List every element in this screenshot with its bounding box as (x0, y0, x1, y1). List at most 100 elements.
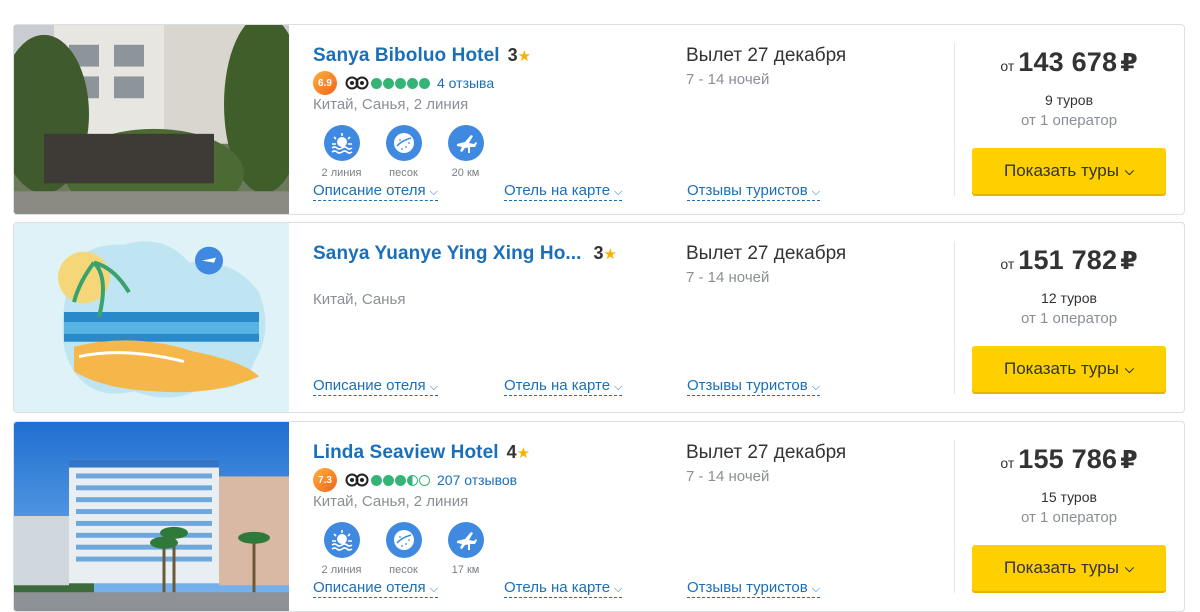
star-icon: ★ (517, 48, 532, 65)
operators-count: от 1 оператор (1020, 509, 1118, 526)
hotel-photo[interactable] (14, 422, 289, 611)
departure-info: Вылет 27 декабря 7 - 14 ночей (686, 243, 936, 286)
hotel-links: Описание отеля ⌵ Отель на карте ⌵ Отзывы т… (313, 377, 873, 399)
tourist-reviews-link[interactable]: Отзывы туристов ⌵ (687, 579, 821, 598)
link-label: Отзывы туристов (687, 182, 808, 199)
departure-date: Вылет 27 декабря (686, 45, 847, 66)
rating-bubble (371, 474, 382, 486)
currency-symbol: ₽ (1120, 247, 1138, 275)
show-tours-button[interactable]: Показать туры ⌵ (972, 346, 1166, 392)
hotel-map-link[interactable]: Отель на карте ⌵ (504, 182, 623, 201)
tours-count: 12 туров (1041, 290, 1097, 306)
rating-score-badge: 7.3 (313, 468, 337, 492)
chevron-down-icon: ⌵ (811, 381, 821, 393)
chevron-down-icon: ⌵ (614, 381, 623, 393)
hotel-photo[interactable] (14, 25, 289, 214)
price-column: от 143 678 ₽ 9 туров от 1 оператор Показ… (972, 25, 1166, 214)
price: от 151 782 ₽ (972, 245, 1166, 276)
hotel-map-link[interactable]: Отель на карте ⌵ (504, 377, 623, 396)
sand-icon (385, 125, 422, 161)
price-value: 151 782 (1018, 245, 1118, 275)
tours-count: 9 туров (1044, 92, 1094, 108)
hotel-links: Описание отеля ⌵ Отель на карте ⌵ Отзывы т… (313, 579, 873, 601)
chevron-down-icon: ⌵ (614, 583, 623, 595)
star-icon: ★ (603, 246, 617, 263)
link-label: Отель на карте (504, 377, 611, 394)
hotel-location: Китай, Санья, 2 линия (313, 493, 469, 510)
feature-label: 2 линия (321, 564, 362, 576)
show-tours-button[interactable]: Показать туры ⌵ (972, 148, 1166, 194)
feature-sand: песок (380, 522, 427, 576)
rating-bubble (383, 77, 394, 89)
price: от 155 786 ₽ (972, 444, 1166, 475)
feature-label: 20 км (451, 167, 480, 179)
rating-bubble (419, 77, 430, 89)
show-tours-button[interactable]: Показать туры ⌵ (972, 545, 1166, 591)
nights-range: 7 - 14 ночей (686, 468, 770, 485)
hotel-name-link[interactable]: Sanya Yuanye Ying Xing Ho... (313, 243, 582, 265)
feature-sand: песок (380, 125, 427, 179)
hotel-stars: 3★ (594, 243, 617, 264)
button-label: Показать туры (1003, 359, 1119, 378)
feature-airport-distance: 20 км (442, 125, 489, 179)
feature-label: 17 км (451, 564, 480, 576)
link-label: Отель на карте (504, 182, 611, 199)
hotel-features: 2 линия песок 20 км (318, 125, 504, 179)
rating-bubble (419, 474, 430, 486)
price-from-label: от (1000, 58, 1015, 74)
divider (954, 440, 955, 593)
hotel-name-link[interactable]: Sanya Biboluo Hotel (313, 45, 500, 67)
departure-date: Вылет 27 декабря (686, 442, 847, 463)
rating-bubbles (371, 77, 431, 89)
hotel-card: Sanya Yuanye Ying Xing Ho... 3★ Китай, С… (13, 222, 1185, 413)
nights-range: 7 - 14 ночей (686, 269, 770, 286)
stars-count: 3 (507, 45, 518, 65)
beach-line-icon (323, 522, 360, 558)
hotel-stars: 3★ (508, 45, 531, 66)
chevron-down-icon: ⌵ (429, 381, 438, 393)
feature-beach-line: 2 линия (318, 125, 365, 179)
hotel-description-link[interactable]: Описание отеля ⌵ (313, 377, 438, 396)
rating-score-badge: 6.9 (313, 71, 337, 95)
price-value: 155 786 (1018, 444, 1118, 474)
hotel-description-link[interactable]: Описание отеля ⌵ (313, 182, 438, 201)
currency-symbol: ₽ (1120, 446, 1138, 474)
price-value: 143 678 (1018, 47, 1118, 77)
hotel-description-link[interactable]: Описание отеля ⌵ (313, 579, 438, 598)
chevron-down-icon: ⌵ (614, 186, 623, 198)
rating-bubble (371, 77, 382, 89)
price-from-label: от (1000, 256, 1015, 272)
link-label: Описание отеля (313, 579, 426, 596)
chevron-down-icon: ⌵ (1124, 361, 1135, 376)
stars-count: 4 (506, 442, 517, 462)
reviews-count-link[interactable]: 207 отзывов (437, 472, 517, 488)
reviews-count-link[interactable]: 4 отзыва (437, 75, 494, 91)
currency-symbol: ₽ (1120, 49, 1138, 77)
operators-count: от 1 оператор (1020, 310, 1118, 327)
airport-distance-icon (447, 125, 484, 161)
chevron-down-icon: ⌵ (429, 186, 438, 198)
chevron-down-icon: ⌵ (429, 583, 438, 595)
hotel-photo-placeholder[interactable] (14, 223, 289, 412)
hotel-features: 2 линия песок 17 км (318, 522, 504, 576)
feature-label: 2 линия (321, 167, 362, 179)
rating-bubble (395, 77, 406, 89)
rating-bubble (407, 474, 418, 486)
rating-bubble (395, 474, 406, 486)
hotel-stars: 4★ (507, 442, 530, 463)
hotel-name-link[interactable]: Linda Seaview Hotel (313, 442, 499, 464)
feature-label: песок (389, 564, 418, 576)
departure-info: Вылет 27 декабря 7 - 14 ночей (686, 442, 936, 485)
hotel-map-link[interactable]: Отель на карте ⌵ (504, 579, 623, 598)
divider (954, 43, 955, 196)
airport-distance-icon (447, 522, 484, 558)
feature-label: песок (389, 167, 418, 179)
tourist-reviews-link[interactable]: Отзывы туристов ⌵ (687, 182, 821, 201)
link-label: Отзывы туристов (687, 377, 808, 394)
price-column: от 151 782 ₽ 12 туров от 1 оператор Пока… (972, 223, 1166, 412)
sand-icon (385, 522, 422, 558)
feature-beach-line: 2 линия (318, 522, 365, 576)
tripadvisor-owl-icon (345, 473, 369, 487)
hotel-card: Sanya Biboluo Hotel 3★ 6.9 4 отзыва Кита… (13, 24, 1185, 215)
tourist-reviews-link[interactable]: Отзывы туристов ⌵ (687, 377, 821, 396)
